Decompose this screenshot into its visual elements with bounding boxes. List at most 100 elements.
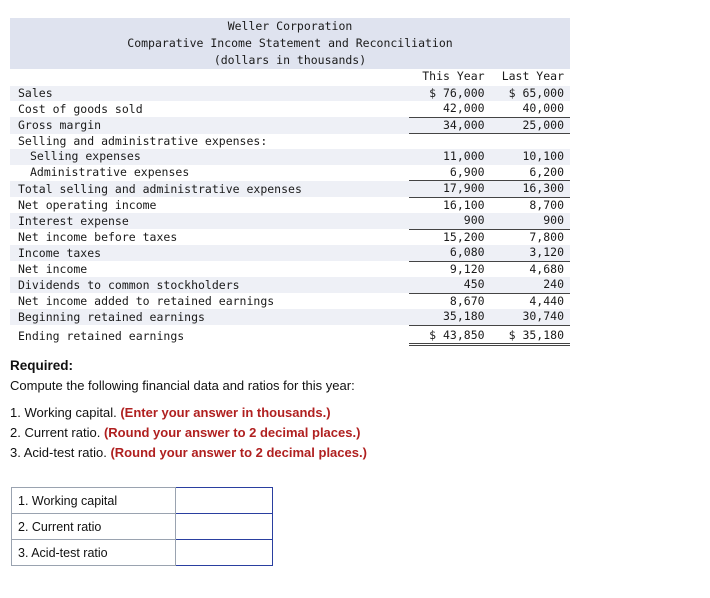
required-item-2-emphasis: (Round your answer to 2 decimal places.) (103, 425, 361, 440)
row-this-year (409, 133, 489, 149)
answer-label-current-ratio: 2. Current ratio (11, 513, 176, 540)
required-item-3-emphasis: (Round your answer to 2 decimal places.) (110, 445, 367, 460)
row-this-year: $ 43,850 (409, 325, 489, 346)
row-label: Net income (10, 261, 410, 277)
row-label: Net operating income (10, 197, 410, 213)
income-statement-table: Weller Corporation Comparative Income St… (10, 18, 570, 346)
row-label: Interest expense (10, 213, 410, 229)
row-last-year: 900 (488, 213, 570, 230)
table-row: Net operating income 16,100 8,700 (10, 197, 570, 213)
row-last-year: 240 (488, 277, 570, 294)
required-item-3-text: Acid-test ratio. (23, 445, 107, 460)
required-item-3-number: 3. (10, 445, 21, 460)
row-this-year: 35,180 (409, 309, 489, 326)
row-label: Income taxes (10, 245, 410, 261)
row-last-year: $ 35,180 (488, 325, 570, 346)
row-this-year: 8,670 (409, 293, 489, 309)
row-last-year: 6,200 (488, 164, 570, 181)
statement-title-line-2: Comparative Income Statement and Reconci… (127, 36, 453, 50)
answer-input-cell-working-capital[interactable] (175, 487, 273, 514)
required-item-1-text: Working capital. (24, 405, 117, 420)
row-this-year: 6,900 (409, 164, 489, 181)
table-row: Total selling and administrative expense… (10, 180, 570, 198)
required-item-3: 3. Acid-test ratio. (Round your answer t… (10, 443, 367, 463)
required-lede: Compute the following financial data and… (10, 378, 355, 393)
table-row: Selling expenses 11,000 10,100 (10, 149, 570, 165)
statement-title-row: Weller Corporation Comparative Income St… (10, 18, 570, 69)
table-row: Net income added to retained earnings 8,… (10, 293, 570, 309)
column-header-last-year: Last Year (488, 69, 570, 86)
required-heading: Required: (10, 358, 74, 373)
row-this-year: 16,100 (409, 197, 489, 213)
acid-test-ratio-input[interactable] (176, 542, 272, 563)
column-header-blank (10, 69, 410, 86)
answer-input-cell-current-ratio[interactable] (175, 513, 273, 540)
table-row: Cost of goods sold 42,000 40,000 (10, 101, 570, 118)
row-last-year: 7,800 (488, 229, 570, 245)
row-last-year: 4,440 (488, 293, 570, 309)
row-this-year: $ 76,000 (409, 85, 489, 101)
table-row: Selling and administrative expenses: (10, 133, 570, 149)
required-item-2: 2. Current ratio. (Round your answer to … (10, 423, 367, 443)
table-row: Net income before taxes 15,200 7,800 (10, 229, 570, 245)
row-last-year (488, 133, 570, 149)
row-label: Sales (10, 85, 410, 101)
row-last-year: $ 65,000 (488, 85, 570, 101)
required-section: Required: Compute the following financia… (10, 357, 355, 395)
answer-input-cell-acid-test-ratio[interactable] (175, 539, 273, 566)
row-this-year: 42,000 (409, 101, 489, 118)
row-label: Total selling and administrative expense… (10, 180, 410, 197)
answer-row-working-capital: 1. Working capital (11, 487, 273, 514)
row-this-year: 11,000 (409, 149, 489, 165)
answer-label-working-capital: 1. Working capital (11, 487, 176, 514)
row-last-year: 8,700 (488, 197, 570, 213)
row-label: Beginning retained earnings (10, 309, 410, 325)
answer-row-acid-test-ratio: 3. Acid-test ratio (11, 539, 273, 566)
row-label: Net income added to retained earnings (10, 293, 410, 309)
table-row: Ending retained earnings $ 43,850 $ 35,1… (10, 325, 570, 346)
row-label: Administrative expenses (10, 164, 410, 181)
answer-label-acid-test-ratio: 3. Acid-test ratio (11, 539, 176, 566)
row-last-year: 40,000 (488, 101, 570, 118)
answer-table: 1. Working capital 2. Current ratio 3. A… (11, 487, 273, 566)
row-label: Cost of goods sold (10, 101, 410, 117)
current-ratio-input[interactable] (176, 516, 272, 537)
row-last-year: 4,680 (488, 261, 570, 277)
required-item-1: 1. Working capital. (Enter your answer i… (10, 403, 367, 423)
row-last-year: 25,000 (488, 117, 570, 134)
required-item-2-number: 2. (10, 425, 21, 440)
row-this-year: 17,900 (409, 180, 489, 198)
row-last-year: 10,100 (488, 149, 570, 165)
required-item-1-number: 1. (10, 405, 21, 420)
answer-row-current-ratio: 2. Current ratio (11, 513, 273, 540)
table-row: Net income 9,120 4,680 (10, 261, 570, 277)
row-label: Selling expenses (10, 149, 410, 165)
working-capital-input[interactable] (176, 490, 272, 511)
statement-title-line-3: (dollars in thousands) (213, 53, 367, 67)
table-row: Dividends to common stockholders 450 240 (10, 277, 570, 294)
row-label: Net income before taxes (10, 229, 410, 245)
row-label: Selling and administrative expenses: (10, 133, 410, 149)
statement-title-line-1: Weller Corporation (227, 19, 353, 33)
statement-column-header-row: This Year Last Year (10, 69, 570, 86)
row-this-year: 900 (409, 213, 489, 230)
required-items-list: 1. Working capital. (Enter your answer i… (10, 403, 367, 463)
column-header-this-year: This Year (409, 69, 489, 86)
row-this-year: 9,120 (409, 261, 489, 277)
table-row: Interest expense 900 900 (10, 213, 570, 230)
row-this-year: 450 (409, 277, 489, 294)
row-last-year: 30,740 (488, 309, 570, 326)
table-row: Gross margin 34,000 25,000 (10, 117, 570, 134)
required-item-2-text: Current ratio. (24, 425, 101, 440)
statement-title-block: Weller Corporation Comparative Income St… (10, 18, 570, 69)
row-last-year: 16,300 (488, 180, 570, 198)
table-row: Income taxes 6,080 3,120 (10, 245, 570, 262)
table-row: Beginning retained earnings 35,180 30,74… (10, 309, 570, 326)
row-this-year: 34,000 (409, 117, 489, 134)
row-label: Ending retained earnings (10, 325, 410, 345)
required-item-1-emphasis: (Enter your answer in thousands.) (120, 405, 331, 420)
table-row: Administrative expenses 6,900 6,200 (10, 164, 570, 181)
row-label: Gross margin (10, 117, 410, 134)
table-row: Sales $ 76,000 $ 65,000 (10, 85, 570, 101)
row-last-year: 3,120 (488, 245, 570, 262)
